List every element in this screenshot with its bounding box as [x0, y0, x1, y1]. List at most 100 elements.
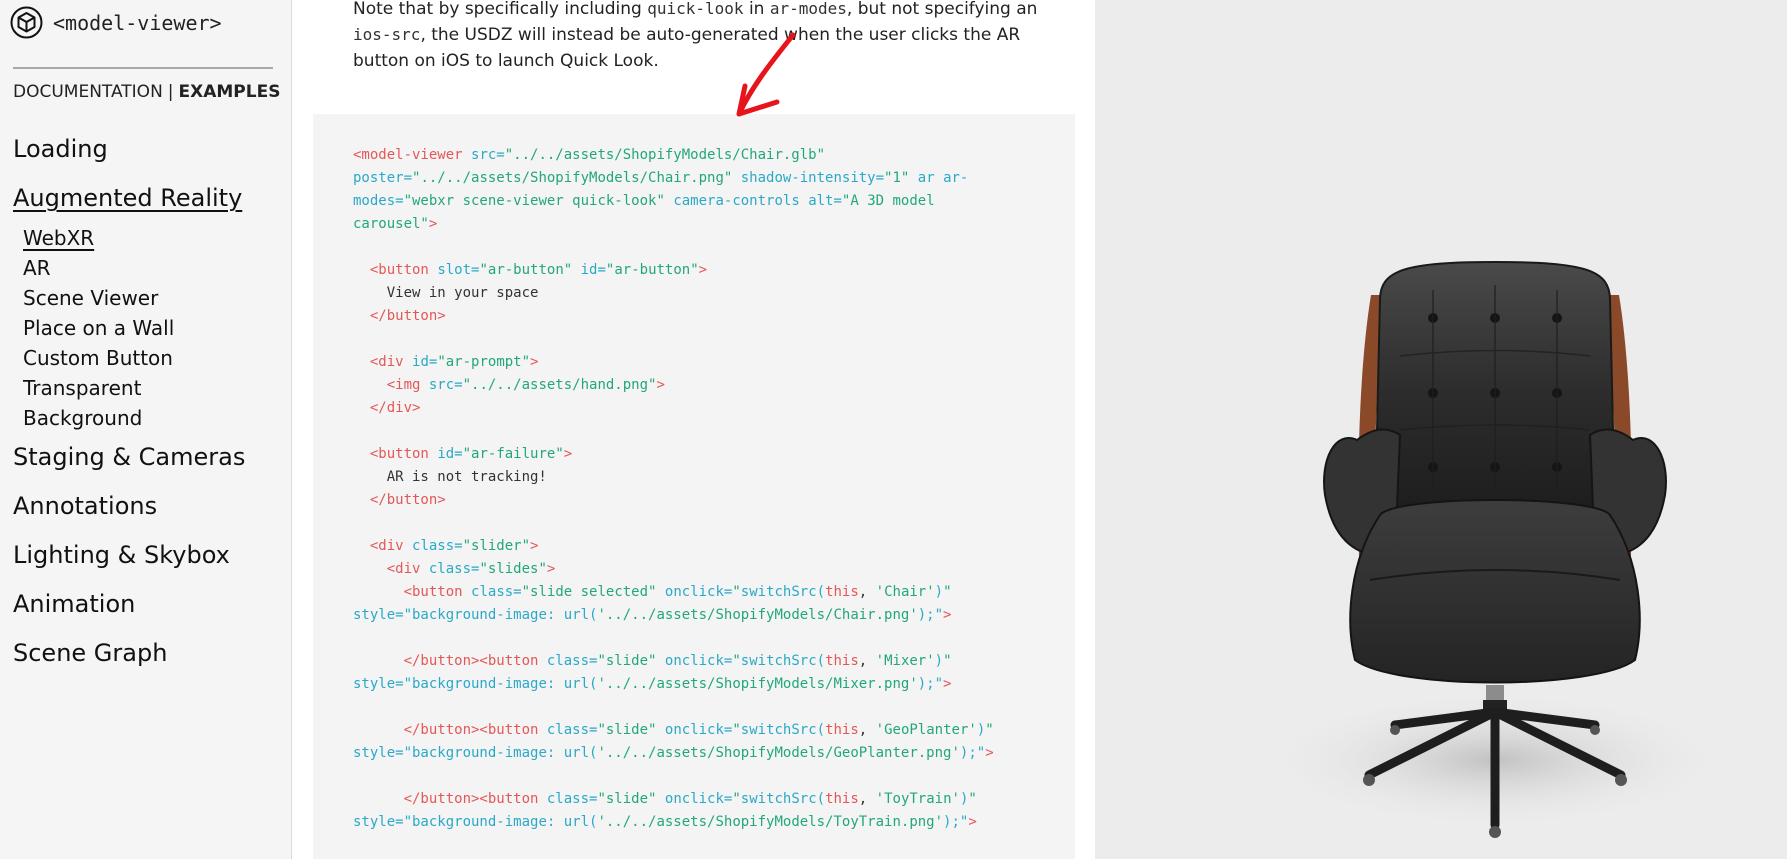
model-viewer-canvas[interactable]: [1095, 0, 1787, 859]
code-token: >: [656, 377, 665, 393]
sidebar-item-loading[interactable]: Loading: [13, 134, 245, 183]
code-token: style=: [353, 607, 404, 623]
code-token: ": [732, 653, 741, 669]
sidebar-item-staging-cameras[interactable]: Staging & Cameras: [13, 442, 245, 491]
code-token: ,: [858, 584, 876, 600]
code-token: '../../assets/ShopifyModels/ToyTrain.png…: [597, 814, 944, 830]
code-token: <model-viewer: [353, 147, 463, 163]
code-token: "background-image: url(: [403, 745, 598, 761]
code-token: onclick=: [664, 584, 733, 600]
code-token: ": [968, 791, 977, 807]
code-token: "webxr scene-viewer quick-look": [403, 193, 665, 209]
sidebar-subitem-ar[interactable]: AR: [23, 253, 245, 283]
sidebar-item-scene-graph[interactable]: Scene Graph: [13, 638, 245, 687]
sidebar-subitem-custom-button[interactable]: Custom Button: [23, 343, 245, 373]
inline-code-quick-look: quick-look: [647, 0, 744, 18]
examples-link[interactable]: EXAMPLES: [179, 82, 281, 102]
sidebar-subitem-scene-viewer[interactable]: Scene Viewer: [23, 283, 245, 313]
code-token: >: [985, 745, 994, 761]
logo[interactable]: <model-viewer>: [10, 6, 222, 39]
code-token: "ar-button": [605, 262, 699, 278]
documentation-link[interactable]: DOCUMENTATION: [13, 82, 163, 102]
logo-text: <model-viewer>: [53, 10, 222, 35]
code-example: <model-viewer src= "../../assets/ShopifyM…: [313, 114, 1075, 859]
code-token: 'ToyTrain': [875, 791, 960, 807]
code-token: "slide selected": [521, 584, 657, 600]
code-token: "slide": [597, 653, 657, 669]
code-token: ,: [858, 653, 876, 669]
sidebar-subitem-webxr[interactable]: WebXR: [23, 223, 245, 253]
code-listing: <model-viewer src= "../../assets/ShopifyM…: [353, 144, 994, 834]
docnav-separator: |: [167, 82, 174, 102]
code-token: "slide": [597, 722, 657, 738]
code-token: );": [943, 814, 969, 830]
code-token: >: [563, 446, 573, 462]
code-token: carousel": [353, 216, 429, 232]
code-token: ar-: [943, 170, 969, 186]
code-token: <button: [403, 584, 463, 600]
code-token: AR is not tracking!: [386, 469, 547, 485]
intro-text-1: Note that by specifically including: [353, 0, 648, 19]
code-token: switchSrc(: [740, 584, 826, 600]
sidebar-item-lighting-skybox[interactable]: Lighting & Skybox: [13, 540, 245, 589]
code-token: src=: [471, 147, 505, 163]
code-token: <img: [386, 377, 421, 393]
chair-model-render[interactable]: [1095, 0, 1787, 859]
code-token: class=: [546, 653, 598, 669]
code-token: shadow-intensity=: [740, 170, 885, 186]
code-token: "slide": [597, 791, 657, 807]
code-token: >: [546, 561, 556, 577]
code-token: this: [825, 791, 859, 807]
code-token: "ar-button": [479, 262, 573, 278]
sidebar-subitem-place-on-a-wall[interactable]: Place on a Wall: [23, 313, 245, 343]
code-token: );": [959, 745, 986, 761]
sidebar-subitem-background[interactable]: Background: [23, 403, 245, 433]
code-token: ): [934, 584, 944, 600]
code-token: View in your space: [386, 285, 539, 301]
code-token: <button: [369, 446, 429, 462]
code-token: "slides": [479, 561, 547, 577]
code-token: <div: [369, 354, 404, 370]
code-token: switchSrc(: [740, 791, 826, 807]
sidebar-subnav-augmented-reality: WebXR AR Scene Viewer Place on a Wall Cu…: [23, 223, 245, 433]
main-content: Note that by specifically including quic…: [293, 0, 1095, 859]
intro-text-4: , the USDZ will instead be auto-generate…: [353, 25, 1021, 71]
code-token: "1": [884, 170, 910, 186]
code-token: "../../assets/ShopifyModels/Chair.png": [412, 170, 733, 186]
sidebar-divider: [13, 67, 273, 69]
code-token: ": [943, 653, 952, 669]
code-token: >: [943, 607, 952, 623]
sidebar-subitem-transparent[interactable]: Transparent: [23, 373, 245, 403]
code-token: 'Chair': [875, 584, 935, 600]
code-token: </div>: [369, 400, 421, 416]
code-token: this: [825, 584, 859, 600]
code-token: >: [968, 814, 977, 830]
code-token: class=: [546, 722, 598, 738]
code-token: class=: [412, 538, 463, 554]
code-token: 'Mixer': [875, 653, 935, 669]
code-token: ar: [917, 170, 935, 186]
sidebar-item-annotations[interactable]: Annotations: [13, 491, 245, 540]
code-token: style=: [353, 745, 404, 761]
code-token: ,: [858, 791, 876, 807]
code-token: ": [985, 722, 994, 738]
sidebar-item-animation[interactable]: Animation: [13, 589, 245, 638]
code-token: </button>: [369, 308, 446, 324]
code-token: onclick=: [664, 653, 733, 669]
code-token: >: [698, 262, 708, 278]
code-token: onclick=: [664, 791, 733, 807]
code-token: class=: [428, 561, 480, 577]
code-token: <div: [386, 561, 421, 577]
code-token: ): [934, 653, 944, 669]
code-token: </button><button: [403, 791, 539, 807]
code-token: >: [530, 538, 539, 554]
code-token: '../../assets/ShopifyModels/Chair.png': [597, 607, 918, 623]
sidebar-item-augmented-reality[interactable]: Augmented Reality: [13, 183, 245, 223]
code-token: '../../assets/ShopifyModels/GeoPlanter.p…: [597, 745, 960, 761]
code-token: ,: [858, 722, 876, 738]
code-token: alt=: [808, 193, 842, 209]
code-token: class=: [546, 791, 598, 807]
code-token: this: [825, 722, 859, 738]
code-token: class=: [471, 584, 522, 600]
code-token: >: [428, 216, 438, 232]
